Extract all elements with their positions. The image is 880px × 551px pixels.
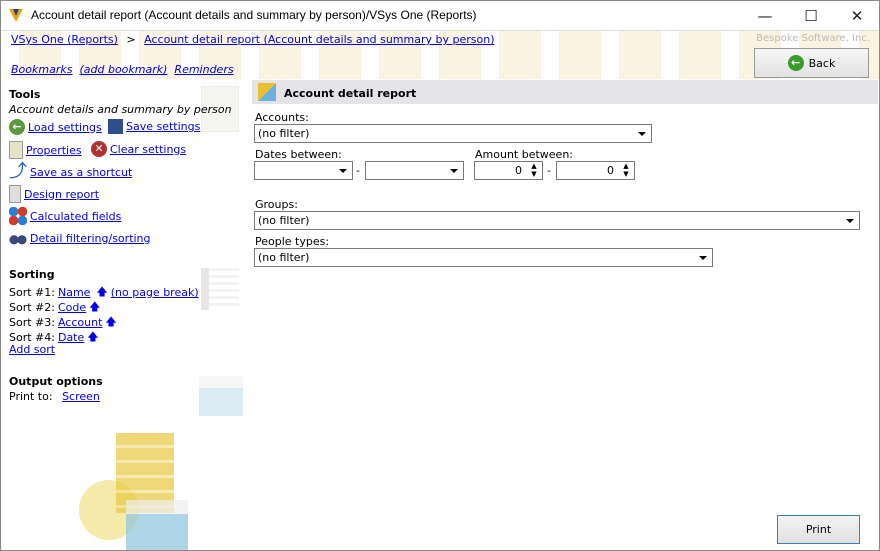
amount-to-input[interactable]: 0 ▲ ▼ [556, 161, 635, 180]
design-report-item[interactable]: Design report [9, 185, 99, 203]
accounts-label: Accounts: [255, 111, 309, 124]
load-settings-item[interactable]: ← Load settings [9, 119, 102, 135]
spinner-arrows-icon[interactable]: ▲ ▼ [618, 162, 634, 179]
dash: - [356, 164, 360, 177]
sidebar: Tools Account details and summary by per… [1, 80, 249, 550]
bookmark-bar: Bookmarks (add bookmark) Reminders [11, 63, 234, 76]
report-icon [258, 83, 276, 101]
people-types-label: People types: [255, 235, 330, 248]
calculated-fields-link[interactable]: Calculated fields [30, 210, 121, 223]
page-break-link[interactable]: (no page break) [111, 286, 199, 299]
tools-heading: Tools [9, 88, 41, 101]
people-types-value: (no filter) [258, 251, 310, 264]
load-arrow-icon: ← [9, 119, 25, 135]
save-settings-item[interactable]: Save settings [108, 119, 200, 134]
save-settings-link[interactable]: Save settings [126, 120, 200, 133]
floppy-disk-icon [108, 119, 123, 134]
amount-label: Amount between: [475, 148, 573, 161]
reminders-link[interactable]: Reminders [174, 63, 233, 76]
sort-watermark-icon [201, 268, 239, 310]
dates-label: Dates between: [255, 148, 342, 161]
accounts-value: (no filter) [258, 127, 310, 140]
properties-link[interactable]: Properties [26, 144, 82, 157]
printer-watermark-icon [199, 376, 243, 416]
detail-filtering-link[interactable]: Detail filtering/sorting [30, 232, 151, 245]
properties-item[interactable]: Properties [9, 141, 82, 159]
clear-x-icon: ✕ [91, 141, 107, 157]
groups-select[interactable]: (no filter) [254, 211, 860, 230]
calculated-fields-item[interactable]: Calculated fields [9, 207, 121, 225]
back-button[interactable]: ← Back [754, 48, 869, 78]
groups-label: Groups: [255, 198, 298, 211]
save-shortcut-item[interactable]: ⤴ Save as a shortcut [9, 163, 132, 181]
print-label: Print [805, 523, 832, 536]
breadcrumb-separator: > [126, 33, 136, 46]
add-bookmark-link[interactable]: (add bookmark) [79, 63, 167, 76]
sorting-heading: Sorting [9, 268, 55, 281]
app-logo-icon [9, 9, 23, 22]
print-to-label: Print to: [9, 390, 53, 403]
chevron-down-icon [446, 162, 463, 179]
amount-from-value: 0 [515, 164, 522, 177]
design-report-link[interactable]: Design report [24, 188, 99, 201]
window-title: Account detail report (Account details a… [31, 8, 477, 22]
clear-settings-item[interactable]: ✕ Clear settings [91, 141, 186, 157]
dash: - [547, 164, 551, 177]
brand-text: Bespoke Software, Inc. [756, 33, 870, 44]
amount-to-value: 0 [607, 164, 614, 177]
date-to-select[interactable] [365, 161, 464, 180]
accounts-select[interactable]: (no filter) [254, 124, 652, 143]
spinner-arrows-icon[interactable]: ▲ ▼ [526, 162, 542, 179]
date-from-select[interactable] [254, 161, 353, 180]
breadcrumb: VSys One (Reports) > Account detail repo… [11, 33, 494, 46]
load-settings-link[interactable]: Load settings [28, 121, 102, 134]
output-heading: Output options [9, 375, 103, 388]
clear-settings-link[interactable]: Clear settings [110, 143, 186, 156]
clipboard-icon [9, 141, 23, 159]
chevron-down-icon [335, 162, 352, 179]
tools-subtitle: Account details and summary by person [9, 103, 232, 116]
breadcrumb-root-link[interactable]: VSys One (Reports) [11, 33, 118, 46]
report-header: Account detail report [252, 80, 878, 104]
add-sort-item[interactable]: Add sort [9, 343, 55, 356]
print-button[interactable]: Print [777, 515, 860, 544]
sort-field-link[interactable]: Date [58, 331, 84, 344]
title-bar: Account detail report (Account details a… [0, 0, 880, 31]
report-title: Account detail report [284, 87, 417, 100]
save-shortcut-link[interactable]: Save as a shortcut [30, 166, 132, 179]
close-button[interactable]: ✕ [834, 0, 880, 31]
sort-ascending-icon[interactable]: 🡅 [105, 313, 116, 332]
binoculars-icon [9, 229, 27, 247]
chevron-down-icon [695, 249, 712, 266]
shortcut-arrow-icon: ⤴ [9, 161, 27, 182]
chevron-down-icon [634, 125, 651, 142]
printer-large-watermark-icon [126, 500, 188, 550]
design-report-icon [9, 185, 21, 203]
groups-value: (no filter) [258, 214, 310, 227]
calculator-icon [9, 207, 27, 225]
people-types-select[interactable]: (no filter) [254, 248, 713, 267]
print-to-row: Print to: Screen [9, 390, 100, 403]
sort-ascending-icon[interactable]: 🡅 [87, 328, 98, 347]
minimize-button[interactable]: — [742, 0, 788, 31]
maximize-button[interactable]: ☐ [788, 0, 834, 31]
amount-from-input[interactable]: 0 ▲ ▼ [474, 161, 543, 180]
breadcrumb-current-link[interactable]: Account detail report (Account details a… [144, 33, 494, 46]
back-arrow-icon: ← [787, 55, 804, 71]
detail-filtering-item[interactable]: Detail filtering/sorting [9, 229, 151, 247]
add-sort-link[interactable]: Add sort [9, 343, 55, 356]
bookmarks-link[interactable]: Bookmarks [11, 63, 72, 76]
chevron-down-icon [842, 212, 859, 229]
print-to-link[interactable]: Screen [62, 390, 100, 403]
back-label: Back [808, 56, 836, 70]
